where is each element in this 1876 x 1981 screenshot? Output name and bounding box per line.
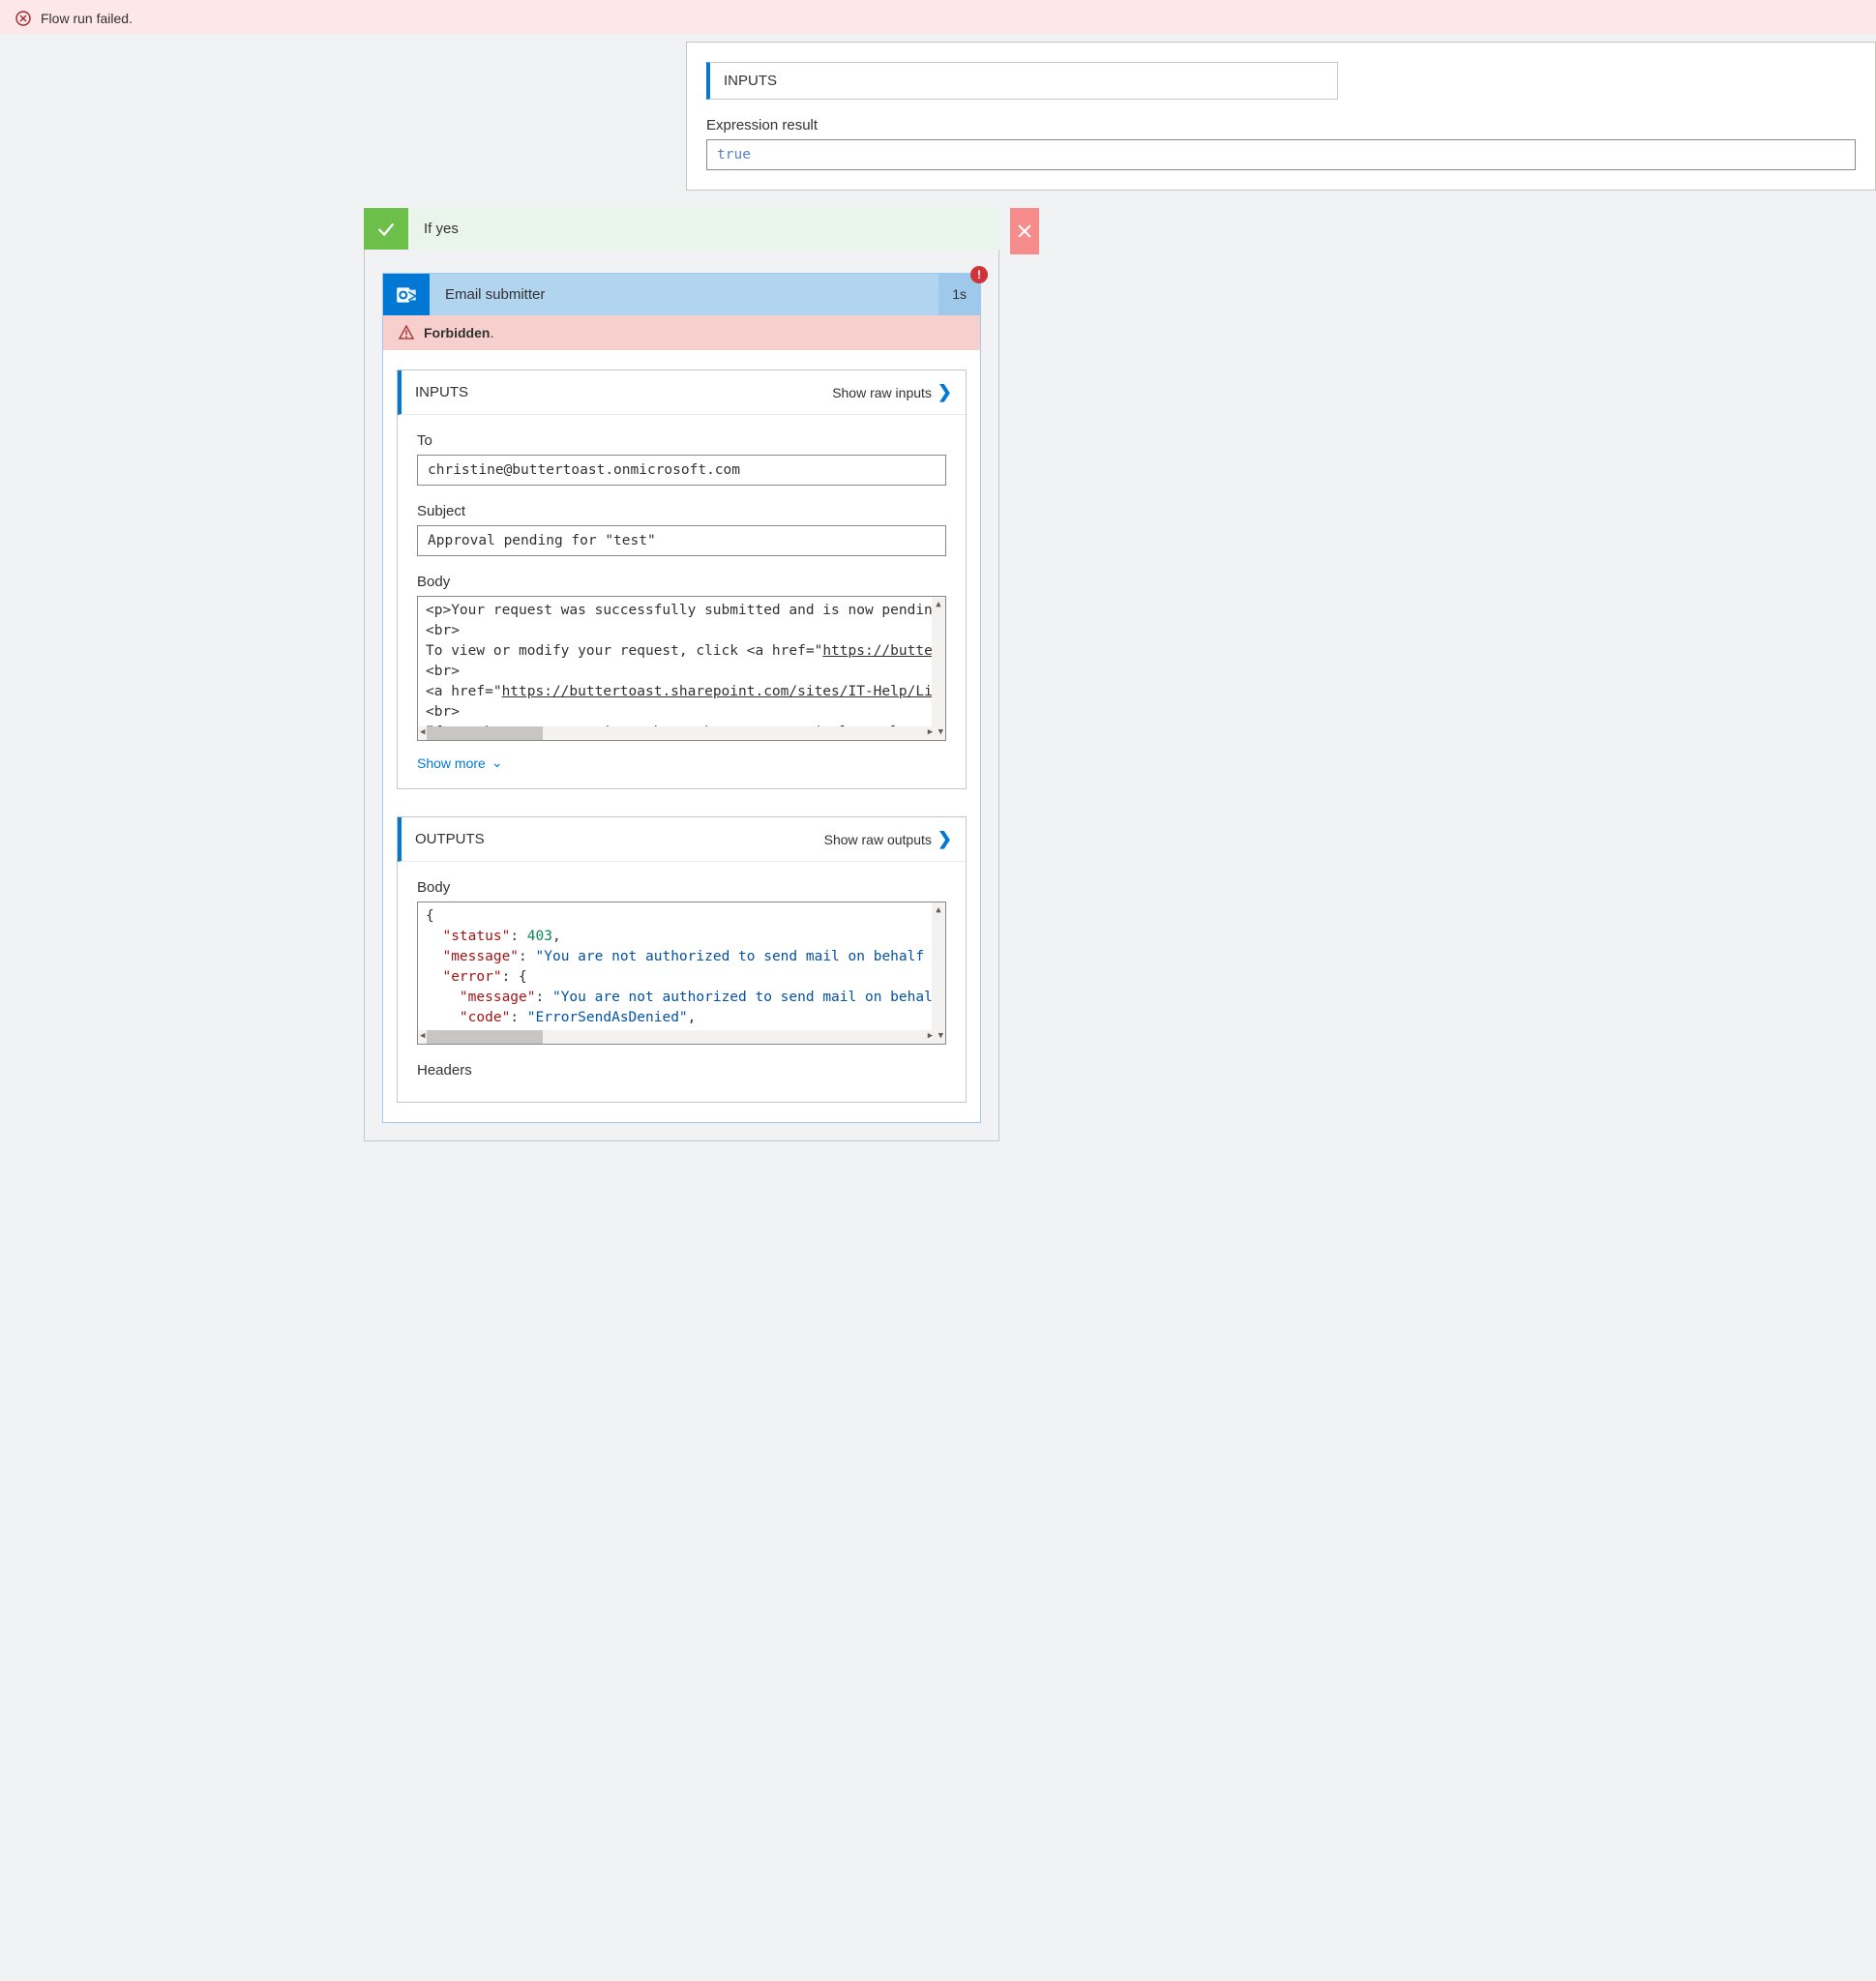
output-body-label: Body: [417, 879, 946, 896]
forbidden-text: Forbidden.: [424, 325, 493, 340]
headers-label: Headers: [417, 1062, 946, 1079]
to-value: christine@buttertoast.onmicrosoft.com: [417, 455, 946, 486]
body-vertical-scrollbar[interactable]: ▲▼: [932, 597, 945, 740]
flow-failed-bar: Flow run failed.: [0, 0, 1876, 34]
outputs-section: OUTPUTS Show raw outputs ❯ Body { "statu…: [397, 816, 967, 1103]
condition-inputs-panel: INPUTS Expression result true: [686, 42, 1876, 191]
email-submitter-card: ! Email submitter 1s: [382, 273, 981, 1123]
outlook-icon: [383, 274, 430, 315]
inputs-section-header: INPUTS Show raw inputs ❯: [398, 370, 966, 415]
show-raw-inputs-link[interactable]: Show raw inputs ❯: [832, 382, 952, 402]
if-yes-title: If yes: [408, 208, 474, 250]
outputs-section-label: OUTPUTS: [415, 831, 485, 847]
subject-value: Approval pending for "test": [417, 525, 946, 556]
expression-result-value-box: true: [706, 139, 1856, 170]
show-raw-outputs-link[interactable]: Show raw outputs ❯: [824, 829, 952, 849]
body-value-box[interactable]: <p>Your request was successfully submitt…: [417, 596, 946, 741]
show-raw-inputs-text: Show raw inputs: [832, 385, 932, 400]
error-circle-icon: [15, 11, 31, 26]
inputs-section-label: INPUTS: [415, 384, 468, 400]
action-error-badge-icon: !: [970, 266, 988, 283]
expression-result-value: true: [717, 147, 751, 163]
show-more-text: Show more: [417, 755, 486, 771]
output-body-value-box[interactable]: { "status": 403, "message": "You are not…: [417, 902, 946, 1045]
condition-inputs-label: INPUTS: [724, 73, 777, 89]
email-submitter-body: INPUTS Show raw inputs ❯ To christine@bu…: [383, 350, 980, 1122]
warning-icon: [399, 325, 414, 340]
chevron-right-icon: ❯: [938, 382, 952, 402]
condition-inputs-header[interactable]: INPUTS: [706, 62, 1338, 100]
chevron-right-icon: ❯: [938, 829, 952, 849]
subject-label: Subject: [417, 503, 946, 519]
flow-canvas[interactable]: INPUTS Expression result true If yes !: [0, 34, 1876, 1195]
if-yes-header[interactable]: If yes: [364, 208, 999, 250]
if-yes-success-icon: [364, 208, 408, 250]
body-label: Body: [417, 574, 946, 590]
if-yes-branch: If yes ! Email submitter 1s: [364, 208, 999, 1141]
expression-result-label: Expression result: [706, 117, 1856, 133]
email-submitter-title: Email submitter: [430, 274, 938, 315]
body-horizontal-scrollbar[interactable]: ◀▶ ▼: [418, 726, 945, 740]
flow-failed-text: Flow run failed.: [41, 11, 133, 26]
inputs-section: INPUTS Show raw inputs ❯ To christine@bu…: [397, 370, 967, 789]
close-icon: [1015, 222, 1034, 241]
to-label: To: [417, 432, 946, 449]
chevron-down-icon: ⌄: [491, 754, 503, 771]
outputs-section-header: OUTPUTS Show raw outputs ❯: [398, 817, 966, 862]
if-no-header[interactable]: [1010, 208, 1039, 254]
output-horizontal-scrollbar[interactable]: ◀▶ ▼: [418, 1030, 945, 1044]
email-submitter-header[interactable]: Email submitter 1s: [383, 274, 980, 315]
forbidden-bar: Forbidden.: [383, 315, 980, 350]
show-raw-outputs-text: Show raw outputs: [824, 832, 932, 847]
if-yes-body: ! Email submitter 1s: [364, 250, 999, 1141]
show-more-link[interactable]: Show more ⌄: [417, 754, 946, 771]
output-vertical-scrollbar[interactable]: ▲▼: [932, 902, 945, 1044]
